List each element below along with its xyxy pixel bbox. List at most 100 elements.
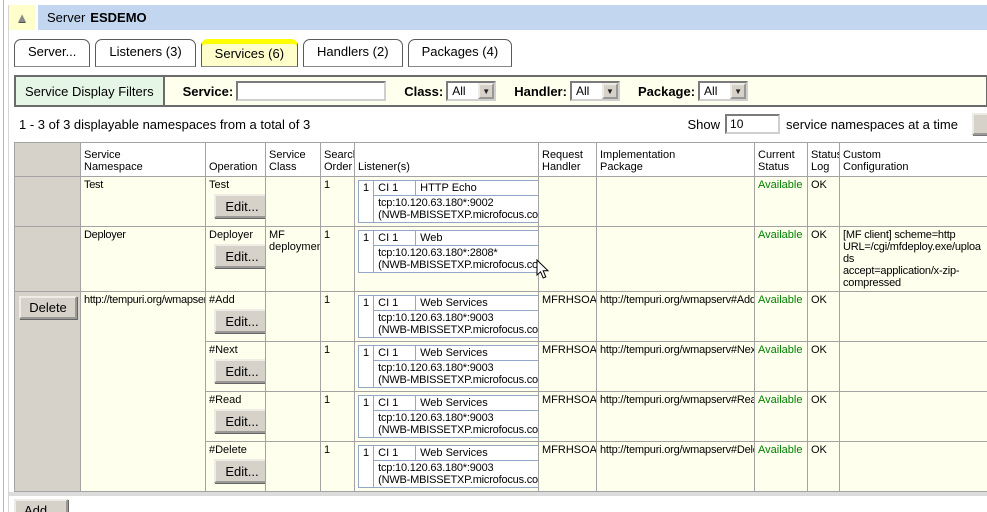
column-header: Service Class [266, 143, 321, 177]
show-suffix: service namespaces at a time [786, 117, 958, 132]
tab-services-6[interactable]: Services (6) [201, 39, 298, 67]
service-class-cell: MF deployment [266, 227, 321, 292]
listener-table: 1 CI 1 Web Services tcp:10.120.63.180*:9… [358, 395, 539, 438]
listener-endpoint: tcp:10.120.63.180*:9003 [378, 362, 538, 374]
listener-seq: 1 [359, 446, 374, 488]
chevron-down-icon[interactable]: ▼ [478, 83, 494, 99]
operation-cell: #Next Edit... [206, 342, 266, 392]
show-count-input[interactable] [725, 114, 780, 134]
operation-cell: Test Edit... [206, 177, 266, 227]
tab-packages-4[interactable]: Packages (4) [408, 39, 513, 67]
edit-button[interactable]: Edit... [214, 194, 266, 218]
column-header: Search Order [321, 143, 355, 177]
listener-address: tcp:10.120.63.180*:2808* (NWB-MBISSETXP.… [374, 246, 539, 273]
service-namespace-cell: Test [81, 177, 206, 227]
column-header: Status Log [808, 143, 840, 177]
column-header: Operation [206, 143, 266, 177]
listener-host: (NWB-MBISSETXP.microfocus.com) [378, 209, 538, 221]
listener-endpoint: tcp:10.120.63.180*:9003 [378, 462, 538, 474]
listener-conversation: CI 1 [374, 296, 416, 311]
listener-address: tcp:10.120.63.180*:9002 (NWB-MBISSETXP.m… [374, 196, 539, 223]
listener-endpoint: tcp:10.120.63.180*:9003 [378, 312, 538, 324]
server-header-bar: ▲ Server ESDEMO [9, 5, 987, 30]
status-log-cell: OK [808, 227, 840, 292]
status-log-cell: OK [808, 292, 840, 342]
add-strip: Add... [9, 496, 987, 512]
listener-address: tcp:10.120.63.180*:9003 (NWB-MBISSETXP.m… [374, 361, 539, 388]
service-class-cell [266, 342, 321, 392]
status-log-cell: OK [808, 442, 840, 492]
listener-conversation: CI 1 [374, 231, 416, 246]
listener-name: HTTP Echo [416, 181, 539, 196]
listeners-cell: 1 CI 1 Web Services tcp:10.120.63.180*:9… [355, 342, 539, 392]
search-order-cell: 1 [321, 442, 355, 492]
delete-button[interactable]: Delete [19, 296, 77, 319]
current-status-cell: Available [755, 177, 808, 227]
operation-name: Deployer [209, 229, 262, 241]
listener-address: tcp:10.120.63.180*:9003 (NWB-MBISSETXP.m… [374, 461, 539, 488]
class-filter-select[interactable]: All ▼ [446, 81, 496, 101]
search-order-cell: 1 [321, 177, 355, 227]
tab-bar: Server...Listeners (3)Services (6)Handle… [9, 37, 987, 67]
listener-host: (NWB-MBISSETXP.microfocus.com) [378, 424, 538, 436]
partial-edge-button[interactable] [972, 113, 987, 135]
listener-seq: 1 [359, 396, 374, 438]
service-filter-label: Service: [183, 84, 234, 99]
request-handler-cell: MFRHSOAP [539, 292, 597, 342]
tab-handlers-2[interactable]: Handlers (2) [303, 39, 403, 67]
listener-conversation: CI 1 [374, 446, 416, 461]
chevron-down-icon[interactable]: ▼ [730, 83, 746, 99]
tab-server[interactable]: Server... [14, 39, 90, 67]
current-status-cell: Available [755, 292, 808, 342]
collapse-button[interactable]: ▲ [9, 5, 35, 30]
edit-button[interactable]: Edit... [214, 359, 266, 383]
services-table: Service NamespaceOperationService ClassS… [14, 142, 987, 492]
listener-conversation: CI 1 [374, 346, 416, 361]
edit-button[interactable]: Edit... [214, 244, 266, 268]
pagination-row: 1 - 3 of 3 displayable namespaces from a… [14, 109, 987, 139]
listener-name: Web Services [416, 296, 539, 311]
column-header: Implementation Package [597, 143, 755, 177]
listener-host: (NWB-MBISSETXP.microfocus.com) [378, 374, 538, 386]
edit-button[interactable]: Edit... [214, 409, 266, 433]
package-filter-select[interactable]: All ▼ [698, 81, 748, 101]
search-order-cell: 1 [321, 292, 355, 342]
request-handler-cell: MFRHSOAP [539, 342, 597, 392]
class-filter-label: Class: [404, 84, 443, 99]
listener-table: 1 CI 1 Web Services tcp:10.120.63.180*:9… [358, 445, 539, 488]
custom-configuration-cell [840, 392, 987, 442]
listener-seq: 1 [359, 181, 374, 223]
listener-table: 1 CI 1 Web Services tcp:10.120.63.180*:9… [358, 345, 539, 388]
search-order-cell: 1 [321, 227, 355, 292]
handler-filter-value: All [572, 84, 602, 98]
implementation-package-cell [597, 227, 755, 292]
operation-cell: Deployer Edit... [206, 227, 266, 292]
listener-table: 1 CI 1 HTTP Echo tcp:10.120.63.180*:9002… [358, 180, 539, 223]
page: ▲ Server ESDEMO Server...Listeners (3)Se… [3, 0, 987, 512]
operation-name: #Read [209, 394, 262, 406]
chevron-down-icon[interactable]: ▼ [602, 83, 618, 99]
request-handler-cell [539, 227, 597, 292]
request-handler-cell: MFRHSOAP [539, 442, 597, 492]
custom-configuration-cell: [MF client] scheme=http URL=/cgi/mfdeplo… [840, 227, 987, 292]
edit-button[interactable]: Edit... [214, 309, 266, 333]
handler-filter-select[interactable]: All ▼ [570, 81, 620, 101]
custom-configuration-cell [840, 177, 987, 227]
service-filter-bar: Service Display Filters Service: Class: … [14, 75, 987, 107]
add-button[interactable]: Add... [14, 499, 68, 512]
listeners-cell: 1 CI 1 HTTP Echo tcp:10.120.63.180*:9002… [355, 177, 539, 227]
filter-title: Service Display Filters [16, 77, 165, 105]
column-header: Current Status [755, 143, 808, 177]
column-header: Request Handler [539, 143, 597, 177]
implementation-package-cell: http://tempuri.org/wmapserv#Add [597, 292, 755, 342]
current-status-cell: Available [755, 342, 808, 392]
listener-name: Web [416, 231, 539, 246]
tab-listeners-3[interactable]: Listeners (3) [95, 39, 195, 67]
server-name: ESDEMO [90, 10, 146, 25]
service-filter-input[interactable] [236, 81, 386, 101]
listener-endpoint: tcp:10.120.63.180*:9002 [378, 197, 538, 209]
class-filter-value: All [448, 84, 478, 98]
services-table-body: Test Test Edit... 1 1 CI 1 HTTP Echo tcp… [15, 177, 987, 492]
edit-button[interactable]: Edit... [214, 459, 266, 483]
listeners-cell: 1 CI 1 Web Services tcp:10.120.63.180*:9… [355, 442, 539, 492]
